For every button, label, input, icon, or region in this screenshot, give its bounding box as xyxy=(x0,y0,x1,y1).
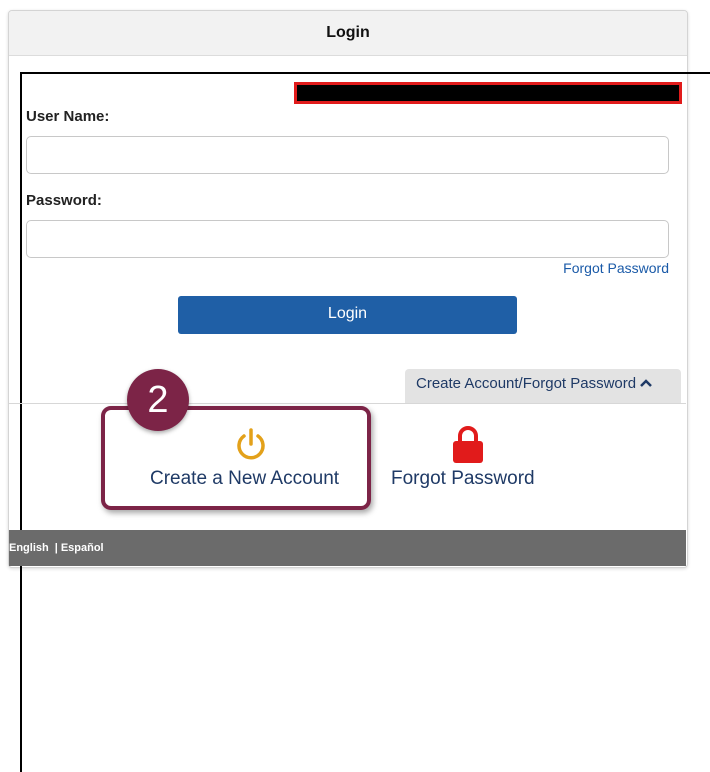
password-label: Password: xyxy=(26,192,102,209)
footer-separator: | xyxy=(54,542,58,554)
footer: English | Español xyxy=(9,530,686,566)
lang-english-link[interactable]: English xyxy=(9,542,49,554)
password-field[interactable] xyxy=(26,220,669,258)
username-label: User Name: xyxy=(26,108,110,125)
create-account-forgot-password-tab[interactable]: Create Account/Forgot Password xyxy=(405,369,681,404)
power-icon[interactable] xyxy=(233,427,269,463)
tab-label: Create Account/Forgot Password xyxy=(416,375,637,392)
login-button[interactable]: Login xyxy=(178,296,517,334)
redacted-text xyxy=(294,82,682,104)
lock-icon[interactable] xyxy=(451,424,485,464)
panel-title: Login xyxy=(9,11,687,56)
forgot-password-link[interactable]: Forgot Password xyxy=(563,260,669,276)
divider xyxy=(9,403,686,404)
create-account-link[interactable]: Create a New Account xyxy=(150,468,339,490)
lang-spanish-link[interactable]: Español xyxy=(61,542,104,554)
username-field[interactable] xyxy=(26,136,669,174)
step-badge: 2 xyxy=(127,369,189,431)
chevron-up-icon xyxy=(640,370,652,399)
forgot-password-option[interactable]: Forgot Password xyxy=(391,468,535,490)
